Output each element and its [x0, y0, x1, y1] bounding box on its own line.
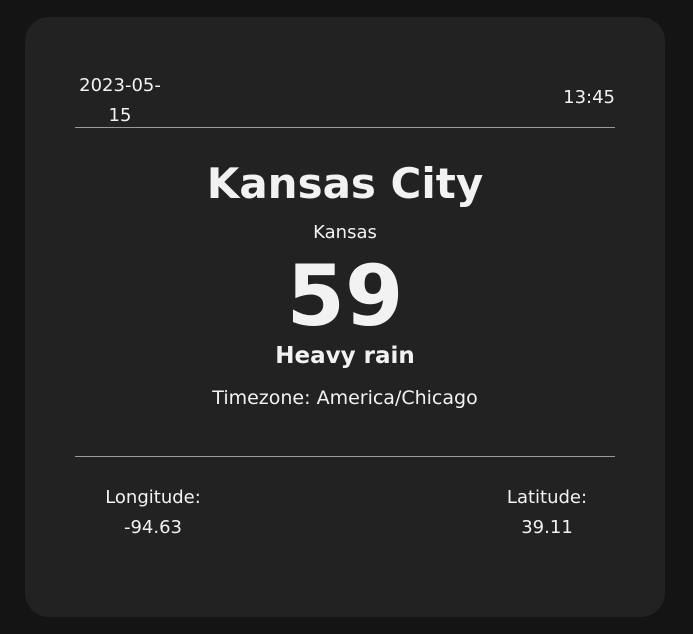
section-divider	[75, 456, 615, 457]
date-display: 2023-05- 15	[75, 71, 165, 131]
weather-card: 2023-05- 15 13:45 Kansas City Kansas 59 …	[25, 17, 665, 617]
temperature-value: 59	[286, 247, 404, 345]
timezone-text: Timezone: America/Chicago	[212, 387, 478, 409]
longitude-label: Longitude:	[105, 487, 201, 508]
date-line-2: 15	[108, 105, 132, 126]
time-display: 13:45	[563, 87, 615, 108]
longitude-value: -94.63	[123, 517, 183, 538]
state-name: Kansas	[313, 222, 377, 243]
city-name: Kansas City	[206, 159, 484, 208]
longitude-block: Longitude: -94.63	[103, 483, 203, 543]
weather-main: Kansas City Kansas 59 Heavy rain Timezon…	[75, 157, 615, 411]
latitude-value: 39.11	[521, 517, 573, 538]
latitude-block: Latitude: 39.11	[497, 483, 597, 543]
card-header: 2023-05- 15 13:45	[75, 67, 615, 128]
weather-condition: Heavy rain	[275, 343, 415, 369]
date-line-1: 2023-05-	[79, 75, 161, 96]
latitude-label: Latitude:	[506, 487, 588, 508]
